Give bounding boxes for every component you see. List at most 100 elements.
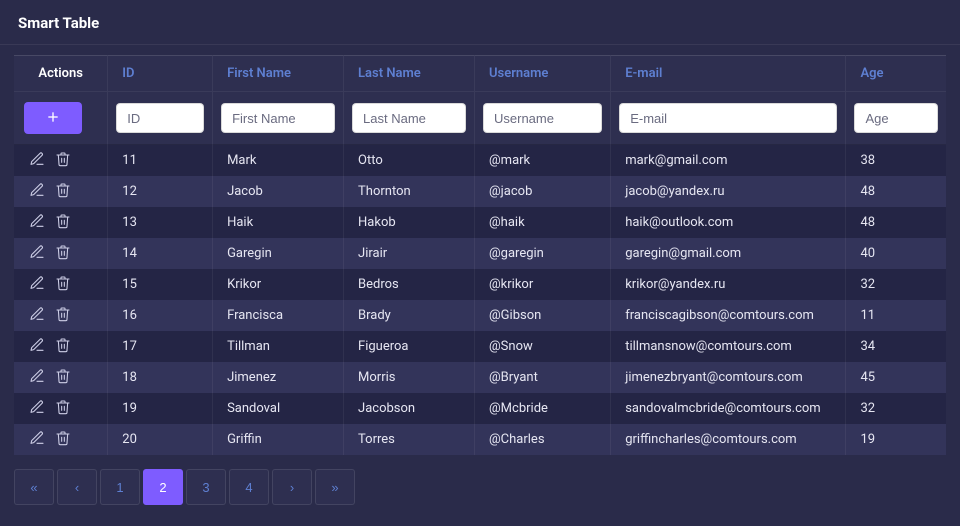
pencil-icon bbox=[29, 151, 45, 170]
edit-button[interactable] bbox=[24, 397, 50, 420]
pagination: «‹1234›» bbox=[14, 469, 946, 505]
cell-first-name: Sandoval bbox=[213, 393, 344, 424]
cell-first-name: Garegin bbox=[213, 238, 344, 269]
column-header-username[interactable]: Username bbox=[475, 55, 611, 92]
cell-id: 17 bbox=[108, 331, 213, 362]
cell-last-name: Hakob bbox=[344, 207, 475, 238]
table-row: 15KrikorBedros@krikorkrikor@yandex.ru32 bbox=[14, 269, 946, 300]
cell-id: 14 bbox=[108, 238, 213, 269]
filter-first-name[interactable] bbox=[221, 103, 335, 133]
smart-table: Actions ID First Name Last Name Username… bbox=[14, 55, 946, 455]
column-header-last-name[interactable]: Last Name bbox=[344, 55, 475, 92]
pencil-icon bbox=[29, 244, 45, 263]
cell-last-name: Figueroa bbox=[344, 331, 475, 362]
cell-last-name: Morris bbox=[344, 362, 475, 393]
pencil-icon bbox=[29, 368, 45, 387]
edit-button[interactable] bbox=[24, 428, 50, 451]
trash-icon bbox=[55, 399, 71, 418]
cell-email: garegin@gmail.com bbox=[611, 238, 846, 269]
cell-first-name: Haik bbox=[213, 207, 344, 238]
cell-first-name: Mark bbox=[213, 145, 344, 176]
column-header-id[interactable]: ID bbox=[108, 55, 213, 92]
cell-first-name: Jacob bbox=[213, 176, 344, 207]
page-4[interactable]: 4 bbox=[229, 469, 269, 505]
trash-icon bbox=[55, 306, 71, 325]
cell-email: haik@outlook.com bbox=[611, 207, 846, 238]
pencil-icon bbox=[29, 213, 45, 232]
cell-first-name: Griffin bbox=[213, 424, 344, 455]
cell-last-name: Jirair bbox=[344, 238, 475, 269]
filter-id[interactable] bbox=[116, 103, 204, 133]
cell-first-name: Krikor bbox=[213, 269, 344, 300]
page-1[interactable]: 1 bbox=[100, 469, 140, 505]
cell-email: jimenezbryant@comtours.com bbox=[611, 362, 846, 393]
divider bbox=[0, 44, 960, 45]
delete-button[interactable] bbox=[50, 366, 76, 389]
cell-age: 11 bbox=[846, 300, 946, 331]
page-last[interactable]: » bbox=[315, 469, 355, 505]
delete-button[interactable] bbox=[50, 397, 76, 420]
cell-first-name: Francisca bbox=[213, 300, 344, 331]
cell-age: 48 bbox=[846, 207, 946, 238]
page-prev[interactable]: ‹ bbox=[57, 469, 97, 505]
edit-button[interactable] bbox=[24, 366, 50, 389]
edit-button[interactable] bbox=[24, 304, 50, 327]
delete-button[interactable] bbox=[50, 211, 76, 234]
cell-age: 32 bbox=[846, 269, 946, 300]
edit-button[interactable] bbox=[24, 273, 50, 296]
delete-button[interactable] bbox=[50, 428, 76, 451]
page-next[interactable]: › bbox=[272, 469, 312, 505]
page-3[interactable]: 3 bbox=[186, 469, 226, 505]
cell-age: 48 bbox=[846, 176, 946, 207]
delete-button[interactable] bbox=[50, 180, 76, 203]
cell-last-name: Otto bbox=[344, 145, 475, 176]
cell-id: 13 bbox=[108, 207, 213, 238]
cell-age: 34 bbox=[846, 331, 946, 362]
delete-button[interactable] bbox=[50, 242, 76, 265]
cell-last-name: Jacobson bbox=[344, 393, 475, 424]
trash-icon bbox=[55, 368, 71, 387]
add-row-button[interactable] bbox=[24, 102, 82, 134]
edit-button[interactable] bbox=[24, 335, 50, 358]
cell-email: tillmansnow@comtours.com bbox=[611, 331, 846, 362]
cell-last-name: Bedros bbox=[344, 269, 475, 300]
edit-button[interactable] bbox=[24, 242, 50, 265]
filter-username[interactable] bbox=[483, 103, 602, 133]
filter-last-name[interactable] bbox=[352, 103, 466, 133]
table-row: 17TillmanFigueroa@Snowtillmansnow@comtou… bbox=[14, 331, 946, 362]
delete-button[interactable] bbox=[50, 149, 76, 172]
page-2[interactable]: 2 bbox=[143, 469, 183, 505]
cell-age: 38 bbox=[846, 145, 946, 176]
cell-age: 32 bbox=[846, 393, 946, 424]
cell-username: @jacob bbox=[475, 176, 611, 207]
pencil-icon bbox=[29, 275, 45, 294]
filter-age[interactable] bbox=[854, 103, 938, 133]
delete-button[interactable] bbox=[50, 335, 76, 358]
table-row: 11MarkOtto@markmark@gmail.com38 bbox=[14, 145, 946, 176]
column-header-email[interactable]: E-mail bbox=[611, 55, 846, 92]
edit-button[interactable] bbox=[24, 180, 50, 203]
cell-last-name: Thornton bbox=[344, 176, 475, 207]
delete-button[interactable] bbox=[50, 273, 76, 296]
filter-email[interactable] bbox=[619, 103, 837, 133]
table-row: 18JimenezMorris@Bryantjimenezbryant@comt… bbox=[14, 362, 946, 393]
cell-email: sandovalmcbride@comtours.com bbox=[611, 393, 846, 424]
cell-username: @haik bbox=[475, 207, 611, 238]
table-row: 20GriffinTorres@Charlesgriffincharles@co… bbox=[14, 424, 946, 455]
edit-button[interactable] bbox=[24, 149, 50, 172]
delete-button[interactable] bbox=[50, 304, 76, 327]
cell-username: @mark bbox=[475, 145, 611, 176]
table-row: 13HaikHakob@haikhaik@outlook.com48 bbox=[14, 207, 946, 238]
pencil-icon bbox=[29, 306, 45, 325]
column-header-age[interactable]: Age bbox=[846, 55, 946, 92]
trash-icon bbox=[55, 337, 71, 356]
cell-username: @Charles bbox=[475, 424, 611, 455]
cell-id: 11 bbox=[108, 145, 213, 176]
column-header-first-name[interactable]: First Name bbox=[213, 55, 344, 92]
page-first[interactable]: « bbox=[14, 469, 54, 505]
pencil-icon bbox=[29, 399, 45, 418]
cell-id: 15 bbox=[108, 269, 213, 300]
edit-button[interactable] bbox=[24, 211, 50, 234]
plus-icon bbox=[45, 109, 61, 128]
cell-last-name: Torres bbox=[344, 424, 475, 455]
